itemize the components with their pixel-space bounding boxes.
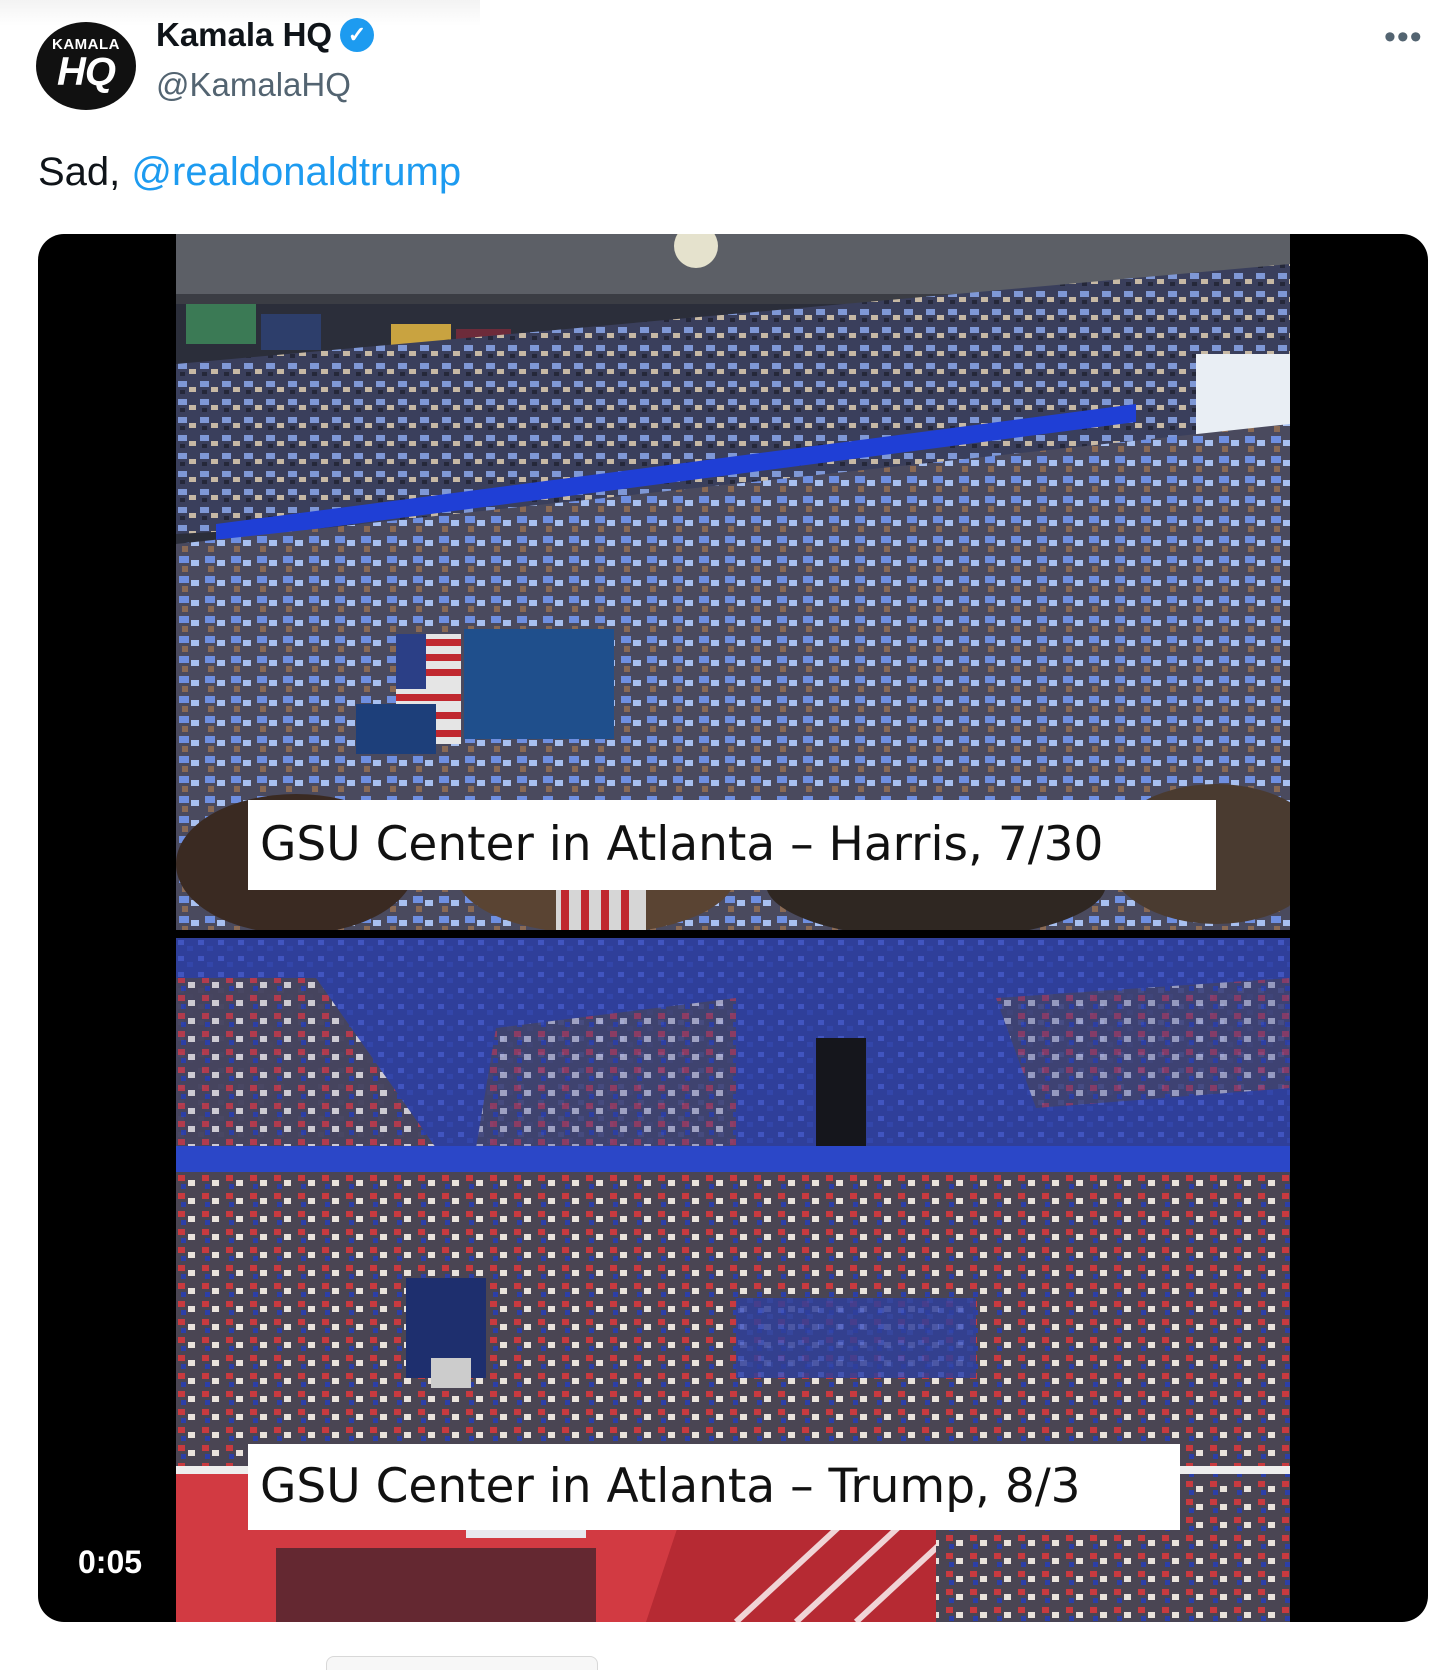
author-name[interactable]: Kamala HQ	[156, 16, 332, 54]
avatar[interactable]: KAMALA HQ	[36, 22, 136, 110]
author-name-row[interactable]: Kamala HQ ✓	[156, 16, 375, 54]
more-options-icon[interactable]: •••	[1384, 18, 1423, 57]
author-handle[interactable]: @KamalaHQ	[156, 66, 351, 104]
tweet-text: Sad, @realdonaldtrump	[38, 150, 461, 195]
tweet-body: Sad,	[38, 150, 132, 194]
caption-trump: GSU Center in Atlanta – Trump, 8/3	[248, 1444, 1180, 1530]
video-player[interactable]: GSU Center in Atlanta – Harris, 7/30 GSU…	[38, 234, 1428, 1622]
bottom-scroll-handle[interactable]	[326, 1656, 598, 1670]
video-frame-trump: GSU Center in Atlanta – Trump, 8/3	[176, 938, 1290, 1622]
mention-link[interactable]: @realdonaldtrump	[131, 150, 461, 194]
video-frame-harris: GSU Center in Atlanta – Harris, 7/30	[176, 234, 1290, 930]
video-duration: 0:05	[78, 1544, 143, 1580]
avatar-bottom-text: HQ	[57, 49, 116, 94]
verified-badge-icon: ✓	[340, 18, 375, 52]
caption-harris: GSU Center in Atlanta – Harris, 7/30	[248, 800, 1216, 890]
